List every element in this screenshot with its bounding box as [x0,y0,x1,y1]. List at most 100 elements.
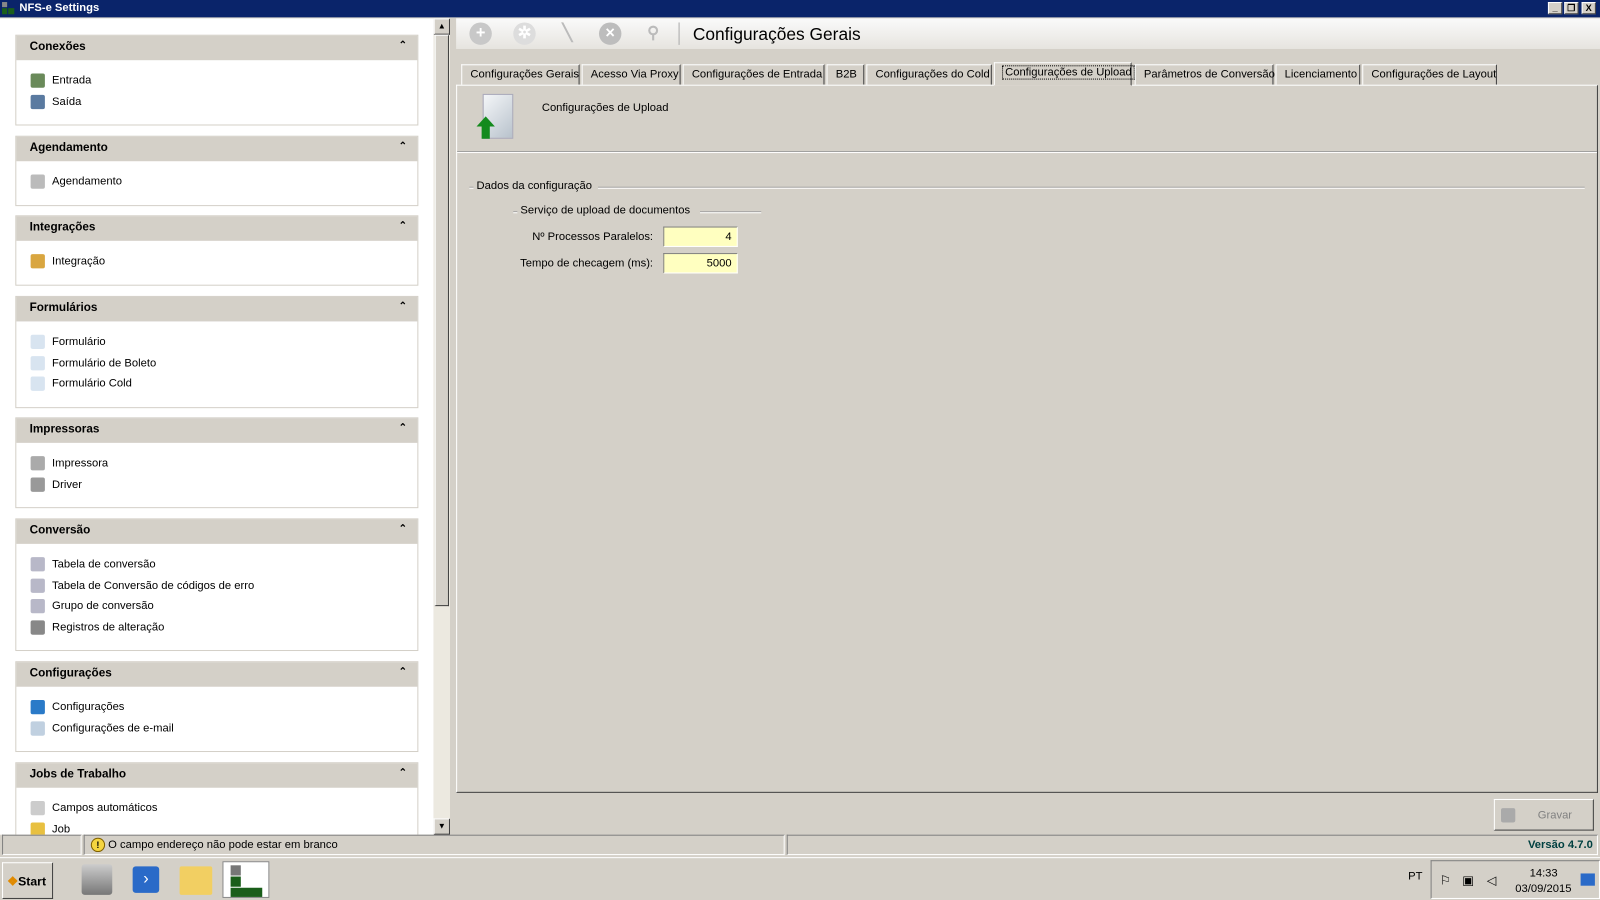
collapse-chevron-icon[interactable]: ⌃ [399,40,408,51]
tab[interactable]: Configurações de Upload [993,62,1135,86]
settings-icon[interactable]: ✲ [513,22,536,45]
sidebar-group-header[interactable]: Conversão ⌃ [16,519,418,544]
tab-label: Parâmetros de Conversão [1143,68,1275,81]
show-desktop-icon[interactable] [1580,873,1595,886]
restore-button[interactable]: ❐ [1564,2,1579,15]
edit-icon[interactable]: ╲ [556,22,578,44]
sidebar-group: Agendamento ⌃ Agendamento [15,135,419,206]
tab[interactable]: Licenciamento [1275,64,1361,86]
clock-time[interactable]: 14:33 [1530,867,1558,879]
sidebar-item[interactable]: Tabela de Conversão de códigos de erro [16,575,417,596]
tab[interactable]: Configurações de Layout [1362,64,1497,86]
explorer-icon[interactable] [179,866,213,895]
sidebar-item[interactable]: Entrada [16,70,417,91]
scroll-thumb[interactable] [434,34,449,607]
save-button[interactable]: Gravar [1493,798,1594,831]
sidebar-item[interactable]: Job [16,819,417,835]
collapse-chevron-icon[interactable]: ⌃ [399,422,408,433]
tab-label: Licenciamento [1284,68,1358,81]
collapse-chevron-icon[interactable]: ⌃ [399,220,408,231]
sidebar-group-header[interactable]: Impressoras ⌃ [16,418,418,443]
sidebar-item[interactable]: Agendamento [16,171,417,192]
sidebar-item[interactable]: Saída [16,91,417,112]
sidebar-scrollbar[interactable]: ▲ ▼ [433,18,450,835]
driver-icon [30,477,45,492]
search-icon[interactable]: ⚲ [642,22,664,44]
close-button[interactable]: X [1581,2,1596,15]
sidebar-item-label: Entrada [52,74,92,87]
sidebar-item[interactable]: Configurações [16,697,417,718]
parallel-processes-input[interactable]: 4 [663,226,738,247]
server-manager-icon[interactable] [81,864,113,895]
group-title: Jobs de Trabalho [29,768,127,781]
nfse-settings-taskbar-button[interactable] [222,861,270,898]
collapse-chevron-icon[interactable]: ⌃ [399,301,408,312]
sidebar: Conexões ⌃ Entrada Saída Agendamento ⌃ Agendam… [0,18,434,835]
window-title: NFS-e Settings [19,2,100,15]
tab[interactable]: Configurações de Entrada [682,64,825,86]
subgroup-title: Serviço de upload de documentos [517,204,701,217]
status-text: O campo endereço não pode estar em branc… [108,838,338,852]
tab[interactable]: B2B [826,64,865,86]
sidebar-item[interactable]: Grupo de conversão [16,596,417,617]
sidebar-item[interactable]: Formulário [16,332,417,353]
version-text: Versão 4.7.0 [1527,838,1593,852]
sidebar-item[interactable]: Registros de alteração [16,617,417,638]
sidebar-item-label: Registros de alteração [52,620,165,634]
add-icon[interactable]: + [469,22,492,45]
sidebar-group: Conversão ⌃ Tabela de conversão Tabela de C… [15,518,419,652]
clock-date[interactable]: 03/09/2015 [1515,883,1571,895]
version-cell: Versão 4.7.0 [786,834,1598,856]
user-icon [30,821,45,835]
check-time-input[interactable]: 5000 [663,253,738,274]
sidebar-item-label: Impressora [52,457,109,470]
group-title: Conexões [29,40,86,54]
sidebar-item[interactable]: Tabela de conversão [16,554,417,575]
sidebar-item-label: Integração [52,255,106,268]
document-icon [30,376,45,391]
collapse-chevron-icon[interactable]: ⌃ [399,523,408,534]
collapse-chevron-icon[interactable]: ⌃ [399,666,408,677]
sidebar-group-header[interactable]: Jobs de Trabalho ⌃ [16,763,418,788]
tab[interactable]: Configurações Gerais [461,64,580,86]
sidebar-item[interactable]: Campos automáticos [16,798,417,819]
save-icon [1501,808,1516,823]
tab[interactable]: Configurações do Cold [866,64,992,86]
sidebar-item[interactable]: Formulário de Boleto [16,353,417,374]
sidebar-item[interactable]: Configurações de e-mail [16,718,417,739]
start-label: Start [18,874,47,889]
sidebar-item[interactable]: Impressora [16,453,417,474]
tab-label: Configurações de Entrada [691,68,823,81]
sidebar-item-label: Grupo de conversão [52,599,154,613]
start-button[interactable]: ❖Start [2,862,54,899]
collapse-chevron-icon[interactable]: ⌃ [399,141,408,152]
collapse-chevron-icon[interactable]: ⌃ [399,767,408,778]
sidebar-group-header[interactable]: Agendamento ⌃ [16,136,418,162]
sidebar-group: Conexões ⌃ Entrada Saída [15,34,419,126]
flag-icon[interactable]: ⚐ [1440,873,1451,887]
sidebar-item[interactable]: Driver [16,474,417,495]
scroll-up-button[interactable]: ▲ [433,18,450,35]
sidebar-group-header[interactable]: Integrações ⌃ [16,216,418,241]
minimize-button[interactable]: _ [1547,2,1563,15]
sidebar-item[interactable]: Integração [16,251,417,272]
group-body: Configurações Configurações de e-mail [16,687,417,739]
tab[interactable]: Acesso Via Proxy [581,64,681,86]
tab-label: Configurações Gerais [470,68,579,81]
powershell-icon[interactable]: › [132,866,160,893]
tab[interactable]: Parâmetros de Conversão [1134,64,1275,86]
group-body: Formulário Formulário de Boleto Formulário… [16,321,417,394]
status-cell-empty [2,834,82,856]
language-indicator[interactable]: PT [1408,870,1422,882]
network-icon[interactable]: ▣ [1462,873,1474,887]
volume-icon[interactable]: ◁ [1487,873,1496,887]
title-bar: NFS-e Settings _ ❐ X [0,0,1600,18]
sidebar-group-header[interactable]: Conexões ⌃ [16,35,418,61]
tab-label: Configurações de Layout [1371,68,1497,81]
sidebar-item[interactable]: Formulário Cold [16,373,417,394]
sidebar-group-header[interactable]: Formulários ⌃ [16,296,418,322]
scroll-down-button[interactable]: ▼ [433,818,450,835]
sidebar-group-header[interactable]: Configurações ⌃ [16,662,418,687]
app-icon [2,2,15,15]
delete-icon[interactable]: × [598,22,622,45]
